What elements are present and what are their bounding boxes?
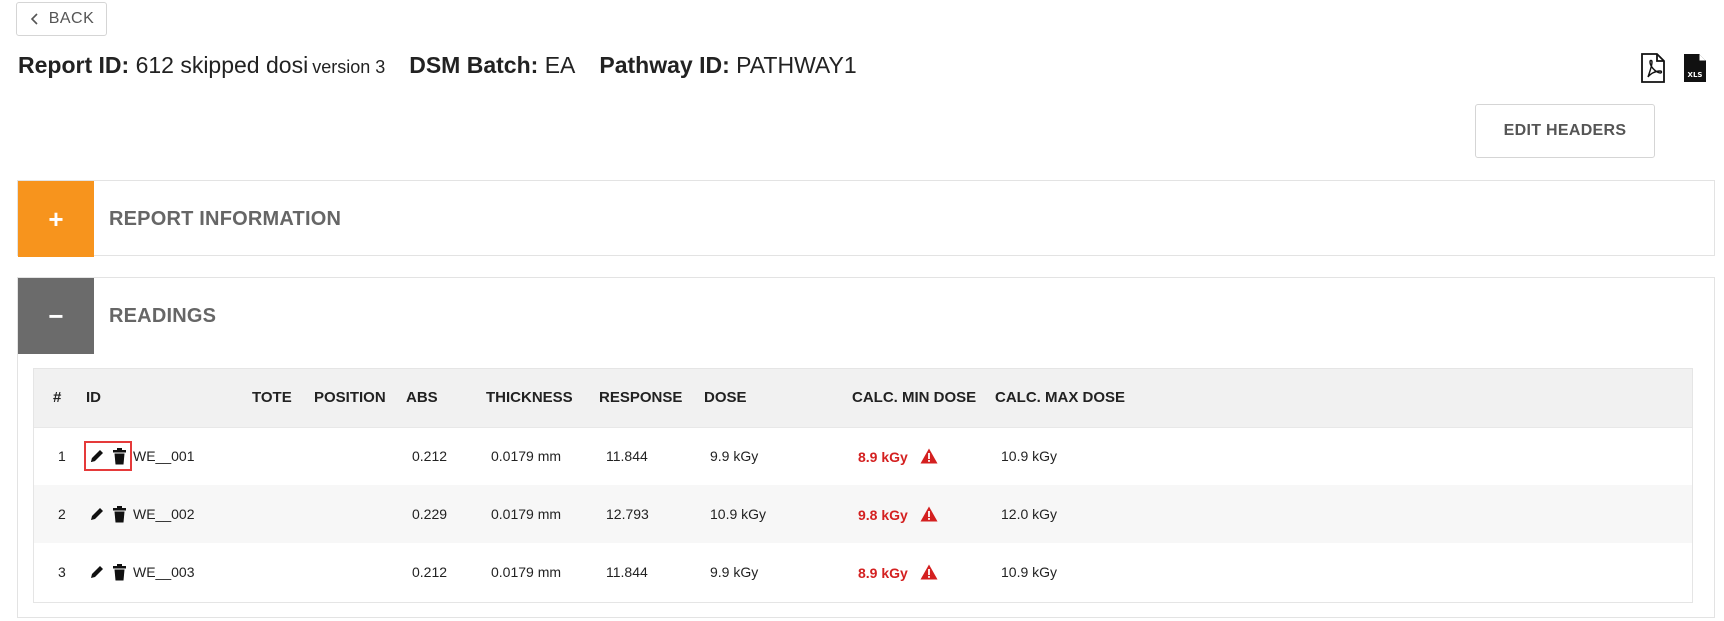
table-row: 2 WE__002 0.229 0.0179 mm 12.793 10.9 kG… — [34, 485, 1692, 543]
row-id-cell: WE__003 — [86, 543, 252, 601]
report-version: version 3 — [312, 57, 386, 77]
row-tote — [252, 426, 314, 485]
xls-export-icon[interactable]: XLS — [1680, 52, 1710, 84]
column-header-dose[interactable]: DOSE — [704, 369, 852, 427]
row-abs: 0.212 — [412, 564, 448, 580]
column-header-number[interactable]: # — [34, 369, 86, 427]
column-header-id[interactable]: ID — [86, 369, 252, 427]
row-actions — [86, 501, 130, 527]
row-number: 2 — [58, 506, 66, 522]
back-button[interactable]: BACK — [16, 2, 107, 36]
row-position — [314, 543, 406, 601]
reading-id: WE__001 — [133, 448, 195, 465]
pathway-id-value: PATHWAY1 — [736, 52, 857, 78]
warning-icon — [920, 448, 938, 464]
table-row: 3 WE__003 0.212 0.0179 mm 11.844 9.9 kGy… — [34, 543, 1692, 601]
row-number: 1 — [34, 426, 86, 485]
export-toolbar: XLS — [1638, 52, 1710, 84]
row-actions — [84, 441, 132, 472]
readings-panel: − READINGS # ID TOTE POSITION ABS THICKN… — [17, 277, 1715, 618]
row-calc-min-dose: 8.9 kGy — [852, 543, 995, 601]
row-actions — [86, 559, 130, 585]
readings-table: # ID TOTE POSITION ABS THICKNESS RESPONS… — [34, 369, 1692, 601]
row-position — [314, 485, 406, 543]
row-thickness: 0.0179 mm — [486, 426, 599, 485]
table-row: 1 WE__001 0.212 0.0179 mm 11.844 9.9 kGy… — [34, 426, 1692, 485]
min-dose-value: 8.9 kGy — [858, 448, 908, 465]
readings-title: READINGS — [109, 304, 217, 327]
pdf-export-icon[interactable] — [1638, 52, 1668, 84]
column-header-response[interactable]: RESPONSE — [599, 369, 704, 427]
row-dose: 10.9 kGy — [710, 506, 767, 522]
row-id-cell: WE__001 — [84, 426, 252, 485]
column-header-thickness[interactable]: THICKNESS — [486, 369, 599, 427]
reading-id: WE__003 — [133, 564, 195, 580]
trash-delete-icon[interactable] — [110, 504, 128, 524]
dsm-batch-label: DSM Batch: — [409, 52, 539, 78]
min-dose-value: 8.9 kGy — [858, 564, 908, 581]
collapse-minus-icon[interactable]: − — [18, 278, 94, 354]
row-calc-min-dose: 9.8 kGy — [852, 485, 995, 543]
table-header-row: # ID TOTE POSITION ABS THICKNESS RESPONS… — [34, 369, 1692, 427]
row-response: 11.844 — [606, 564, 648, 580]
trash-delete-icon[interactable] — [110, 562, 128, 582]
row-position — [314, 426, 406, 485]
report-information-title: REPORT INFORMATION — [109, 207, 342, 230]
trash-delete-icon[interactable] — [110, 446, 128, 466]
warning-icon — [920, 564, 938, 579]
column-header-position[interactable]: POSITION — [314, 369, 406, 427]
row-calc-max-dose: 10.9 kGy — [1001, 564, 1058, 580]
row-number: 3 — [58, 564, 66, 580]
row-calc-max-dose: 10.9 kGy — [995, 426, 1692, 485]
row-id-cell: WE__002 — [86, 485, 252, 543]
report-information-header[interactable]: + REPORT INFORMATION — [18, 181, 1714, 257]
pencil-edit-icon[interactable] — [88, 446, 106, 466]
expand-plus-icon[interactable]: + — [18, 181, 94, 257]
row-thickness: 0.0179 mm — [491, 506, 562, 522]
row-tote — [252, 543, 314, 601]
column-header-tote[interactable]: TOTE — [252, 369, 314, 427]
column-header-abs[interactable]: ABS — [406, 369, 486, 427]
row-dose: 9.9 kGy — [710, 564, 759, 580]
xls-icon-text: XLS — [1688, 71, 1703, 79]
report-header: Report ID: 612 skipped dosi version 3 DS… — [18, 52, 857, 82]
pathway-id-label: Pathway ID: — [599, 52, 730, 78]
pencil-edit-icon[interactable] — [88, 504, 106, 524]
report-id-value: 612 skipped dosi — [135, 52, 309, 78]
back-button-label: BACK — [48, 10, 95, 27]
row-abs: 0.229 — [412, 506, 448, 522]
dsm-batch-value: EA — [544, 52, 576, 78]
row-tote — [252, 485, 314, 543]
min-dose-value: 9.8 kGy — [858, 506, 908, 523]
readings-table-container: # ID TOTE POSITION ABS THICKNESS RESPONS… — [33, 368, 1693, 603]
column-header-calc-min-dose[interactable]: CALC. MIN DOSE — [852, 369, 995, 427]
row-calc-max-dose: 12.0 kGy — [1001, 506, 1058, 522]
report-id-label: Report ID: — [18, 52, 130, 78]
row-dose: 9.9 kGy — [704, 426, 852, 485]
row-calc-min-dose: 8.9 kGy — [852, 426, 995, 485]
readings-header[interactable]: − READINGS — [18, 278, 1714, 354]
report-information-panel: + REPORT INFORMATION — [17, 180, 1715, 257]
column-header-calc-max-dose[interactable]: CALC. MAX DOSE — [995, 369, 1692, 427]
edit-headers-button[interactable]: EDIT HEADERS — [1475, 104, 1655, 158]
reading-id: WE__002 — [133, 506, 195, 522]
row-response: 12.793 — [606, 506, 649, 522]
pencil-edit-icon[interactable] — [88, 562, 106, 582]
chevron-left-icon — [30, 13, 38, 25]
row-abs: 0.212 — [406, 426, 486, 485]
row-thickness: 0.0179 mm — [491, 564, 562, 580]
warning-icon — [920, 506, 938, 521]
row-response: 11.844 — [599, 426, 704, 485]
